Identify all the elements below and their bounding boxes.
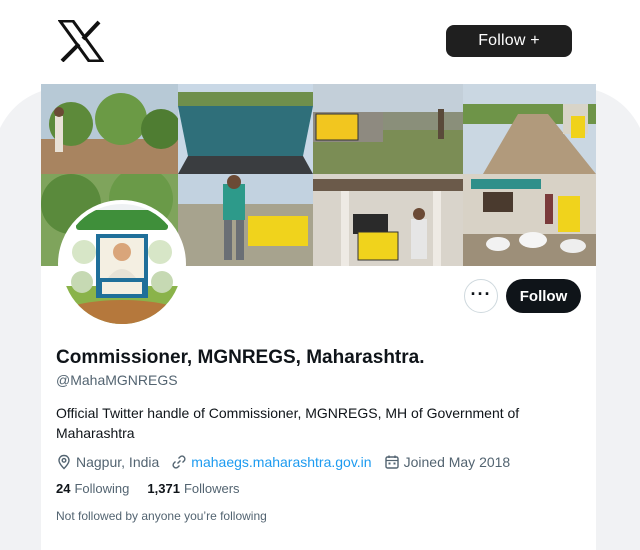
followers-count: 1,371 xyxy=(147,481,180,496)
profile-stats: 24 Following 1,371 Followers xyxy=(56,481,258,496)
banner-photo-signboard-field xyxy=(313,84,463,174)
joined-text: Joined May 2018 xyxy=(403,454,511,470)
following-label: Following xyxy=(74,481,130,496)
link-icon xyxy=(172,455,186,469)
banner-photo-goat-shed xyxy=(463,174,596,266)
top-follow-button[interactable]: Follow + xyxy=(446,25,572,57)
mgnregs-logo-image xyxy=(62,204,182,324)
following-count: 24 xyxy=(56,481,71,496)
location-text: Nagpur, India xyxy=(76,454,160,470)
follow-button[interactable]: Follow xyxy=(506,279,581,313)
profile-website[interactable]: mahaegs.maharashtra.gov.in xyxy=(171,454,372,470)
followers-label: Followers xyxy=(183,481,240,496)
more-options-button[interactable]: ··· xyxy=(464,279,498,313)
followers-stat[interactable]: 1,371 Followers xyxy=(147,481,239,496)
profile-joined: Joined May 2018 xyxy=(384,454,511,470)
following-stat[interactable]: 24 Following xyxy=(56,481,129,496)
banner-photo-farm-pond xyxy=(178,84,313,174)
location-pin-icon xyxy=(58,454,70,470)
x-logo-icon[interactable] xyxy=(58,20,104,62)
top-bar: Follow + xyxy=(0,0,640,84)
profile-location: Nagpur, India xyxy=(56,454,159,470)
website-link[interactable]: mahaegs.maharashtra.gov.in xyxy=(191,454,371,470)
profile-handle: @MahaMGNREGS xyxy=(56,372,178,388)
profile-bio: Official Twitter handle of Commissioner,… xyxy=(56,405,520,441)
calendar-icon xyxy=(384,455,399,469)
profile-avatar[interactable] xyxy=(58,200,186,328)
more-options-icon: ··· xyxy=(470,284,492,304)
profile-card: ··· Follow Commissioner, MGNREGS, Mahara… xyxy=(0,84,640,550)
not-followed-note: Not followed by anyone you’re following xyxy=(56,509,267,523)
banner-photo-village-road xyxy=(463,84,596,174)
profile-name: Commissioner, MGNREGS, Maharashtra. xyxy=(56,347,425,368)
profile-meta: Nagpur, India mahaegs.maharashtra.gov.in… xyxy=(56,452,522,472)
banner-photo-plantation xyxy=(41,84,178,174)
banner-photo-cattle-shed xyxy=(313,174,463,266)
banner-photo-well xyxy=(178,174,313,266)
